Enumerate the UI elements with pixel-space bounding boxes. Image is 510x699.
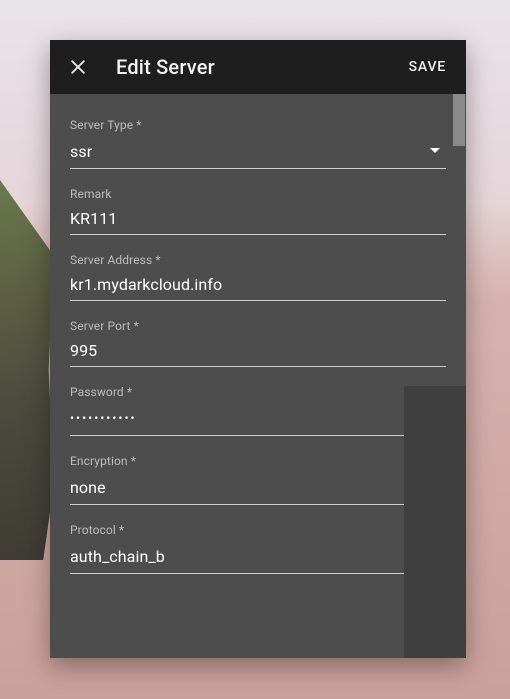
field-server-type: Server Type * ssr <box>70 118 446 169</box>
protocol-value: auth_chain_b <box>70 547 424 566</box>
field-remark: Remark <box>70 187 446 235</box>
protocol-select[interactable]: auth_chain_b <box>70 545 446 574</box>
encryption-select[interactable]: none <box>70 476 446 505</box>
field-label: Remark <box>70 187 446 201</box>
edit-server-dialog: Edit Server SAVE Server Type * ssr Remar… <box>50 40 466 658</box>
close-icon[interactable] <box>66 55 90 79</box>
dialog-titlebar: Edit Server SAVE <box>50 40 466 94</box>
server-type-value: ssr <box>70 142 424 161</box>
password-input[interactable]: ••••••••••• <box>70 411 424 425</box>
server-address-input[interactable] <box>70 275 446 294</box>
dialog-body: Server Type * ssr Remark Server Address … <box>50 94 466 658</box>
encryption-value: none <box>70 478 424 497</box>
server-port-input[interactable] <box>70 341 446 360</box>
field-server-address: Server Address * <box>70 253 446 301</box>
field-encryption: Encryption * none <box>70 454 446 505</box>
body-shadow <box>404 386 466 658</box>
save-button[interactable]: SAVE <box>405 51 450 83</box>
field-password: Password * ••••••••••• <box>70 385 446 436</box>
field-protocol: Protocol * auth_chain_b <box>70 523 446 574</box>
field-label: Server Type * <box>70 118 446 132</box>
chevron-down-icon <box>424 140 446 162</box>
field-label: Encryption * <box>70 454 446 468</box>
field-server-port: Server Port * <box>70 319 446 367</box>
field-label: Password * <box>70 385 446 399</box>
dialog-title: Edit Server <box>116 55 405 79</box>
scrollbar-thumb[interactable] <box>453 94 465 146</box>
server-type-select[interactable]: ssr <box>70 140 446 169</box>
field-label: Server Address * <box>70 253 446 267</box>
field-label: Protocol * <box>70 523 446 537</box>
field-label: Server Port * <box>70 319 446 333</box>
remark-input[interactable] <box>70 209 446 228</box>
